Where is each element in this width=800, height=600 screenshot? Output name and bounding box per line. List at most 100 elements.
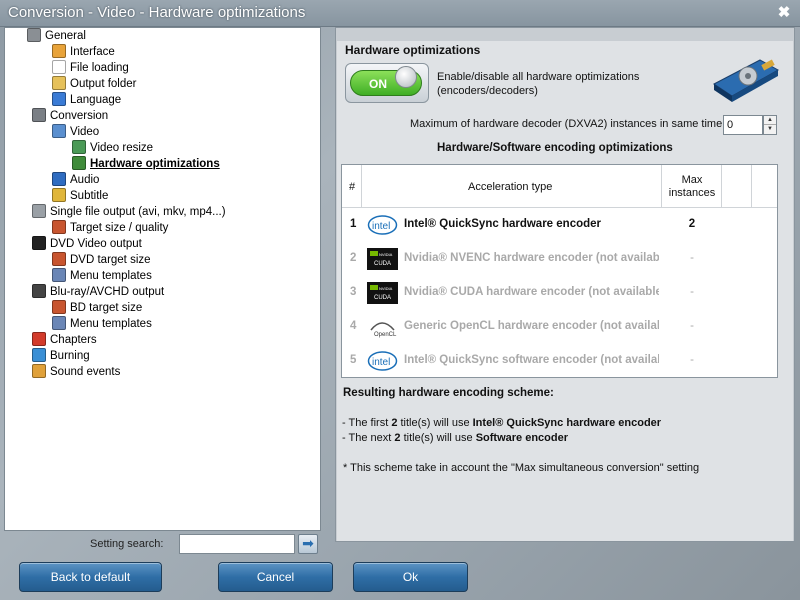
tree-item-dvd-video-output[interactable]: DVD Video output	[32, 236, 142, 252]
tree-item-bd-target-size[interactable]: BD target size	[52, 300, 142, 316]
row-num: 1	[350, 218, 357, 230]
chip-icon	[72, 156, 86, 170]
tree-item-audio[interactable]: Audio	[52, 172, 99, 188]
palette-icon	[52, 44, 66, 58]
search-input[interactable]	[179, 534, 295, 554]
wrench-icon	[27, 28, 41, 42]
svg-text:intel: intel	[372, 221, 390, 232]
encoding-table: # Acceleration type Max instances 1 intel…	[341, 164, 778, 378]
opencl-logo-icon: OpenCL	[367, 316, 398, 338]
scheme-note: * This scheme take in account the "Max s…	[343, 462, 700, 474]
row-acceleration-type: Nvidia® CUDA hardware encoder (not avail…	[404, 286, 659, 298]
music-icon	[52, 172, 66, 186]
tree-item-label: Subtitle	[70, 190, 109, 202]
decoder-spinner[interactable]: ▲ ▼	[763, 115, 777, 135]
ok-button[interactable]: Ok	[353, 562, 468, 592]
tree-item-label: General	[45, 30, 86, 42]
decoder-instances-input[interactable]: 0	[723, 115, 763, 135]
tree-item-label: Target size / quality	[70, 222, 169, 234]
film-icon	[32, 204, 46, 218]
tree-item-menu-templates[interactable]: Menu templates	[52, 268, 152, 284]
nvidia-logo-icon: NVIDIA CUDA	[367, 248, 398, 270]
window-title: Conversion - Video - Hardware optimizati…	[8, 4, 306, 21]
tree-item-label: Conversion	[50, 110, 109, 122]
tree-item-label: Sound events	[50, 366, 121, 378]
tree-item-label: DVD target size	[70, 254, 151, 266]
menu-icon	[52, 316, 66, 330]
tree-item-dvd-target-size[interactable]: DVD target size	[52, 252, 151, 268]
back-to-default-button[interactable]: Back to default	[19, 562, 162, 592]
decoder-label: Maximum of hardware decoder (DXVA2) inst…	[410, 118, 726, 130]
intel-logo-icon: intel	[367, 350, 398, 372]
tree-item-label: DVD Video output	[50, 238, 142, 250]
tree-item-label: Chapters	[50, 334, 97, 346]
tree-item-video-resize[interactable]: Video resize	[72, 140, 153, 156]
spin-down-icon[interactable]: ▼	[764, 125, 776, 134]
target-icon	[52, 252, 66, 266]
cancel-button[interactable]: Cancel	[218, 562, 333, 592]
tree-item-label: Menu templates	[70, 318, 152, 330]
tree-item-burning[interactable]: Burning	[32, 348, 90, 364]
table-row[interactable]: 4 OpenCL Generic OpenCL hardware encoder (…	[342, 310, 777, 344]
row-max-instances: -	[690, 286, 694, 298]
table-row[interactable]: 3 NVIDIA CUDA Nvidia® CUDA hardware encoder…	[342, 276, 777, 310]
tree-item-label: BD target size	[70, 302, 143, 314]
tree-item-conversion[interactable]: Conversion	[32, 108, 108, 124]
result-line-1: - The first 2 title(s) will use Intel® Q…	[342, 417, 662, 429]
svg-text:NVIDIA: NVIDIA	[379, 286, 393, 291]
speaker-icon	[32, 364, 46, 378]
tree-item-interface[interactable]: Interface	[52, 44, 115, 60]
svg-text:CUDA: CUDA	[374, 295, 391, 301]
tree-item-target-size-quality[interactable]: Target size / quality	[52, 220, 168, 236]
tree-item-label: Interface	[70, 46, 115, 58]
header-acceleration-type: Acceleration type	[468, 181, 553, 193]
tree-item-label: Blu-ray/AVCHD output	[50, 286, 165, 298]
row-max-instances: 2	[688, 218, 696, 230]
target-icon	[52, 300, 66, 314]
svg-text:CUDA: CUDA	[374, 261, 391, 267]
tree-item-sound-events[interactable]: Sound events	[32, 364, 120, 380]
menu-icon	[52, 268, 66, 282]
title-bar: Conversion - Video - Hardware optimizati…	[0, 0, 800, 27]
row-acceleration-type: Generic OpenCL hardware encoder (not ava…	[404, 320, 659, 332]
header-max-instances: Max instances	[668, 174, 716, 199]
tree-item-single-file-output-avi-mkv-mp4[interactable]: Single file output (avi, mkv, mp4...)	[32, 204, 226, 220]
row-num: 4	[350, 320, 357, 332]
subtitle-icon	[52, 188, 66, 202]
tree-item-menu-templates[interactable]: Menu templates	[52, 316, 152, 332]
tree-item-file-loading[interactable]: File loading	[52, 60, 129, 76]
globe-icon	[52, 92, 66, 106]
section-title: Hardware optimizations	[345, 43, 481, 57]
search-label: Setting search:	[90, 538, 164, 550]
table-row[interactable]: 5 intel Intel® QuickSync software encoder …	[342, 344, 777, 378]
table-row[interactable]: 1 intel Intel® QuickSync hardware encoder 2	[342, 208, 777, 242]
result-title: Resulting hardware encoding scheme:	[343, 387, 554, 399]
hw-toggle[interactable]: ON	[345, 63, 429, 103]
tree-item-chapters[interactable]: Chapters	[32, 332, 97, 348]
hd-icon	[32, 284, 46, 298]
toggle-description: Enable/disable all hardware optimization…	[437, 71, 640, 97]
svg-text:NVIDIA: NVIDIA	[379, 252, 393, 257]
tree-item-blu-ray-avchd-output[interactable]: Blu-ray/AVCHD output	[32, 284, 164, 300]
tree-item-subtitle[interactable]: Subtitle	[52, 188, 108, 204]
tree-item-language[interactable]: Language	[52, 92, 121, 108]
table-title: Hardware/Software encoding optimizations	[437, 142, 673, 154]
tree-item-hardware-optimizations[interactable]: Hardware optimizations	[72, 156, 220, 172]
tree-item-label: Burning	[50, 350, 90, 362]
row-acceleration-type: Intel® QuickSync software encoder (not a…	[404, 354, 659, 366]
disc-icon	[32, 348, 46, 362]
table-row[interactable]: 2 NVIDIA CUDA Nvidia® NVENC hardware encode…	[342, 242, 777, 276]
tree-item-label: Hardware optimizations	[90, 158, 220, 170]
search-go-icon[interactable]: ➡	[298, 534, 318, 554]
tree-item-video[interactable]: Video	[52, 124, 99, 140]
tree-item-label: Output folder	[70, 78, 137, 90]
row-num: 2	[350, 252, 357, 264]
svg-text:intel: intel	[372, 357, 390, 368]
tree-item-general[interactable]: General	[27, 28, 86, 44]
spin-up-icon[interactable]: ▲	[764, 116, 776, 125]
tree-item-output-folder[interactable]: Output folder	[52, 76, 136, 92]
result-line-2: - The next 2 title(s) will use Software …	[342, 432, 569, 444]
close-icon[interactable]: ✖	[776, 5, 792, 21]
nvidia-logo-icon: NVIDIA CUDA	[367, 282, 398, 304]
gear-icon	[32, 108, 46, 122]
